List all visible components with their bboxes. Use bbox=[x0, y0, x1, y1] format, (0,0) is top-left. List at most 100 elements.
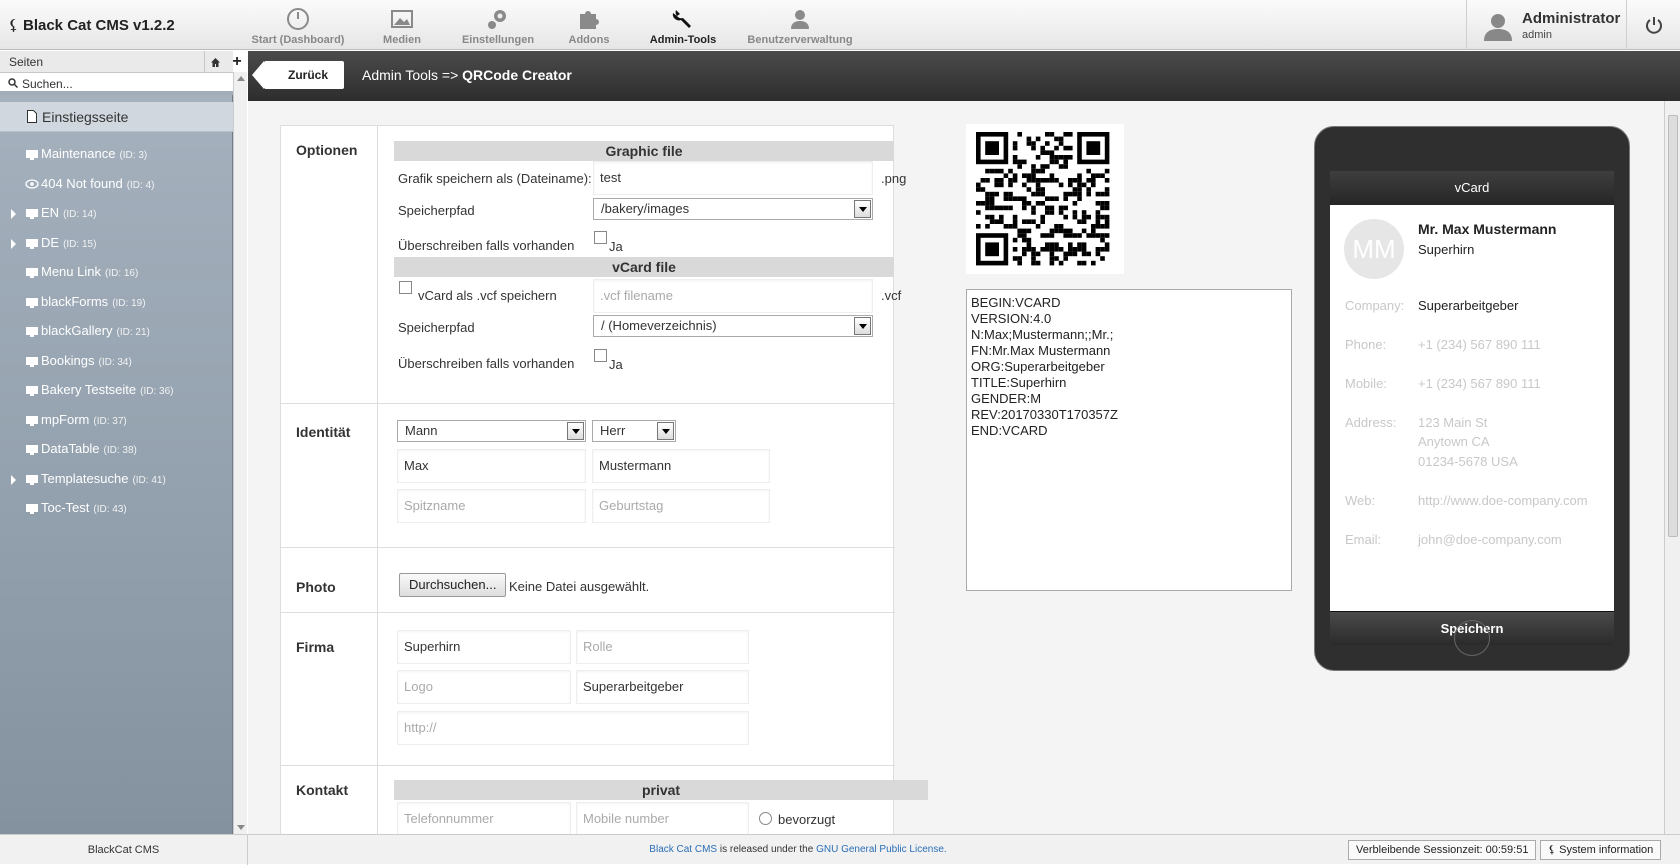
chevron-down-icon bbox=[854, 200, 871, 218]
cat-logo-icon: ⚸ bbox=[8, 17, 19, 34]
monitor-icon bbox=[26, 150, 38, 160]
path-select[interactable]: /bakery/images bbox=[593, 198, 873, 220]
mobile-input[interactable]: Mobile number bbox=[576, 802, 749, 834]
tree-item[interactable]: DataTable (ID: 38) bbox=[0, 435, 233, 465]
browse-button[interactable]: Durchsuchen... bbox=[399, 573, 507, 597]
users-icon bbox=[791, 10, 809, 29]
monitor-icon bbox=[26, 474, 38, 485]
tree-root[interactable]: Einstiegsseite bbox=[0, 102, 233, 132]
back-button[interactable]: Zurück bbox=[252, 61, 344, 89]
tree-item[interactable]: mpForm (ID: 37) bbox=[0, 406, 233, 436]
url-input[interactable]: http:// bbox=[397, 711, 749, 745]
organization-input[interactable]: Superarbeitgeber bbox=[576, 670, 749, 704]
logo-input[interactable]: Logo bbox=[397, 670, 571, 704]
monitor-icon bbox=[26, 327, 38, 337]
puzzle-icon bbox=[580, 11, 599, 29]
cms-link[interactable]: Black Cat CMS bbox=[649, 844, 717, 855]
preview-mobile: +1 (234) 567 890 111 bbox=[1418, 376, 1541, 391]
system-info-button[interactable]: ⚸ System information bbox=[1540, 840, 1662, 860]
tree-item[interactable]: Menu Link (ID: 16) bbox=[0, 258, 233, 288]
nav-einstellungen[interactable]: Einstellungen bbox=[452, 0, 544, 50]
nav-admin-tools[interactable]: Admin-Tools bbox=[634, 0, 732, 50]
cat-icon: ⚸ bbox=[1548, 844, 1560, 856]
monitor-icon bbox=[26, 356, 38, 367]
tree-item[interactable]: Bookings (ID: 34) bbox=[0, 347, 233, 377]
media-icon bbox=[391, 10, 413, 28]
content-scrollbar[interactable] bbox=[1664, 101, 1680, 834]
preview-address-3: 01234-5678 USA bbox=[1418, 454, 1518, 469]
tree-item[interactable]: 404 Not found (ID: 4) bbox=[0, 170, 233, 200]
vcf-overwrite-label: Überschreiben falls vorhanden bbox=[398, 356, 575, 371]
search-input[interactable]: Suchen... bbox=[22, 77, 73, 91]
session-timer: Verbleibende Sessionzeit: 00:59:51 bbox=[1348, 840, 1537, 860]
tree-item[interactable]: EN (ID: 14) bbox=[0, 199, 233, 229]
user-name: Administrator bbox=[1522, 10, 1621, 27]
expand-arrow-icon[interactable] bbox=[11, 209, 16, 219]
expand-arrow-icon[interactable] bbox=[11, 474, 16, 485]
phone-input[interactable]: Telefonnummer bbox=[397, 802, 571, 834]
section-kontakt: Kontakt privat Telefonnummer Mobile numb… bbox=[281, 766, 928, 834]
gender-select[interactable]: Mann bbox=[397, 420, 586, 442]
path-label: Speicherpfad bbox=[398, 203, 475, 218]
app-title[interactable]: ⚸ Black Cat CMS v1.2.2 bbox=[8, 16, 175, 34]
firstname-input[interactable]: Max bbox=[397, 449, 586, 483]
preview-company: Superarbeitgeber bbox=[1418, 298, 1519, 313]
chevron-down-icon bbox=[657, 422, 674, 440]
nickname-input[interactable]: Spitzname bbox=[397, 489, 586, 523]
title-input[interactable]: Superhirn bbox=[397, 630, 571, 664]
nav-benutzerverwaltung[interactable]: Benutzerverwaltung bbox=[732, 0, 868, 50]
preview-email: john@doe-company.com bbox=[1418, 532, 1562, 547]
footer-brand: BlackCat CMS bbox=[0, 835, 248, 865]
tree-item[interactable]: Toc-Test (ID: 43) bbox=[0, 494, 233, 524]
preview-web: http://www.doe-company.com bbox=[1418, 493, 1588, 508]
tree-item[interactable]: Templatesuche (ID: 41) bbox=[0, 465, 233, 495]
overwrite-label: Überschreiben falls vorhanden bbox=[398, 238, 575, 253]
eye-icon bbox=[25, 178, 39, 189]
tree-item[interactable]: blackForms (ID: 19) bbox=[0, 288, 233, 318]
tree-item[interactable]: Maintenance (ID: 3) bbox=[0, 140, 233, 170]
home-button[interactable] bbox=[204, 51, 226, 73]
preview-name: Mr. Max Mustermann bbox=[1418, 221, 1557, 237]
salutation-select[interactable]: Herr bbox=[592, 420, 676, 442]
role-input[interactable]: Rolle bbox=[576, 630, 749, 664]
section-identitaet: Identität Mann Herr Max Mustermann Spitz… bbox=[281, 404, 895, 548]
lastname-input[interactable]: Mustermann bbox=[592, 449, 770, 483]
nav-dashboard[interactable]: Start (Dashboard) bbox=[244, 0, 352, 50]
home-icon bbox=[211, 57, 220, 67]
nav-medien[interactable]: Medien bbox=[352, 0, 452, 50]
sidebar-scrollbar[interactable] bbox=[233, 72, 247, 834]
gpl-link[interactable]: GNU General Public License. bbox=[816, 844, 947, 855]
chevron-down-icon bbox=[854, 317, 871, 335]
preview-phone: +1 (234) 567 890 111 bbox=[1418, 337, 1541, 352]
footer: BlackCat CMS Black Cat CMS is released u… bbox=[0, 834, 1680, 865]
wrench-icon bbox=[672, 10, 691, 28]
sidebar-search[interactable]: Suchen... bbox=[0, 73, 233, 95]
vcf-filename-input[interactable]: .vcf filename bbox=[593, 279, 873, 313]
avatar-icon bbox=[1484, 14, 1512, 41]
birthday-input[interactable]: Geburtstag bbox=[592, 489, 770, 523]
preferred-radio[interactable] bbox=[759, 812, 772, 825]
filename-input[interactable]: test bbox=[593, 161, 873, 195]
logout-button[interactable] bbox=[1626, 0, 1680, 50]
qr-code-image bbox=[966, 124, 1124, 274]
expand-arrow-icon[interactable] bbox=[11, 238, 16, 249]
vcard-textarea[interactable]: BEGIN:VCARD VERSION:4.0 N:Max;Mustermann… bbox=[966, 289, 1292, 591]
tree-item[interactable]: Bakery Testseite (ID: 36) bbox=[0, 376, 233, 406]
power-icon bbox=[1645, 17, 1662, 34]
monitor-icon bbox=[26, 238, 38, 249]
nav-addons[interactable]: Addons bbox=[544, 0, 634, 50]
tree-item[interactable]: blackGallery (ID: 21) bbox=[0, 317, 233, 347]
add-page-button[interactable]: + bbox=[226, 51, 248, 73]
privat-heading: privat bbox=[394, 780, 928, 800]
overwrite-checkbox[interactable] bbox=[594, 231, 607, 244]
section-title: Optionen bbox=[296, 142, 358, 158]
main-nav: Start (Dashboard) Medien Einstellungen A… bbox=[244, 0, 868, 50]
vcf-save-checkbox[interactable] bbox=[399, 281, 412, 294]
tree-item[interactable]: DE (ID: 15) bbox=[0, 229, 233, 259]
vcf-overwrite-checkbox[interactable] bbox=[594, 349, 607, 362]
section-firma: Firma Superhirn Rolle Logo Superarbeitge… bbox=[281, 613, 895, 766]
footer-license: Black Cat CMS is released under the GNU … bbox=[649, 844, 947, 855]
monitor-icon bbox=[26, 297, 38, 308]
page-tree-sidebar: Seiten + Suchen... Einstiegsseite Mainte… bbox=[0, 51, 242, 834]
vcf-path-select[interactable]: / (Homeverzeichnis) bbox=[593, 315, 873, 337]
